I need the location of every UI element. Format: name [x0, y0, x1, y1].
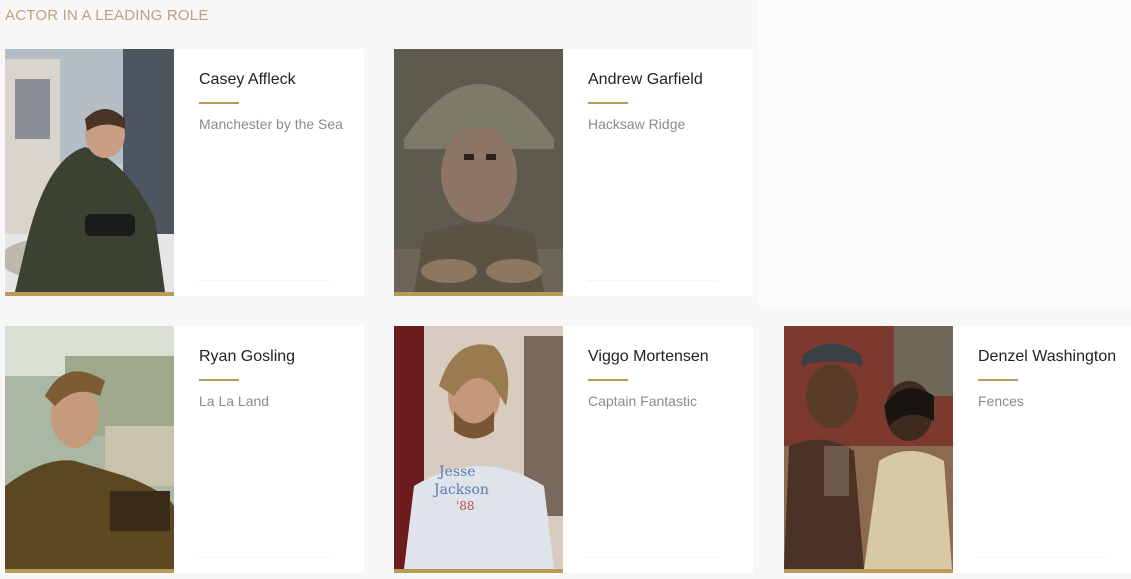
nominee-film[interactable]: La La Land	[199, 393, 358, 409]
category-title: ACTOR IN A LEADING ROLE	[5, 7, 209, 24]
card-footer-line	[588, 280, 718, 284]
name-divider	[588, 102, 628, 104]
nominee-film[interactable]: Captain Fantastic	[588, 393, 747, 409]
name-divider	[588, 379, 628, 381]
nominee-name[interactable]: Andrew Garfield	[588, 71, 747, 89]
name-divider	[199, 102, 239, 104]
nominee-photo	[784, 326, 953, 569]
nominee-photo	[5, 326, 174, 569]
card-accent-bar	[784, 569, 953, 573]
nominee-name[interactable]: Ryan Gosling	[199, 348, 358, 366]
nominee-photo: Jesse Jackson '88	[394, 326, 563, 569]
name-divider	[199, 379, 239, 381]
svg-text:Jesse: Jesse	[437, 464, 476, 480]
nominee-card[interactable]: Andrew Garfield Hacksaw Ridge	[394, 49, 753, 296]
card-footer-line	[978, 557, 1108, 561]
card-footer-line	[199, 280, 329, 284]
card-accent-bar	[394, 292, 563, 296]
card-accent-bar	[394, 569, 563, 573]
nominee-film[interactable]: Fences	[978, 393, 1125, 409]
nominee-card[interactable]: Jesse Jackson '88 Viggo Mortensen Captai…	[394, 326, 753, 573]
nominee-film[interactable]: Manchester by the Sea	[199, 116, 358, 132]
card-accent-bar	[5, 292, 174, 296]
nominee-card[interactable]: Ryan Gosling La La Land	[5, 326, 364, 573]
nominee-film[interactable]: Hacksaw Ridge	[588, 116, 747, 132]
nominee-name[interactable]: Casey Affleck	[199, 71, 358, 89]
nominee-photo	[394, 49, 563, 292]
empty-panel	[758, 0, 1131, 306]
svg-text:Jackson: Jackson	[432, 482, 489, 498]
name-divider	[978, 379, 1018, 381]
nominee-name[interactable]: Denzel Washington	[978, 348, 1125, 366]
card-footer-line	[588, 557, 718, 561]
nominee-card[interactable]: Casey Affleck Manchester by the Sea	[5, 49, 364, 296]
nominee-name[interactable]: Viggo Mortensen	[588, 348, 747, 366]
nominee-photo	[5, 49, 174, 292]
card-footer-line	[199, 557, 329, 561]
card-accent-bar	[5, 569, 174, 573]
svg-text:'88: '88	[456, 499, 475, 513]
nominee-card[interactable]: Denzel Washington Fences	[784, 326, 1131, 573]
